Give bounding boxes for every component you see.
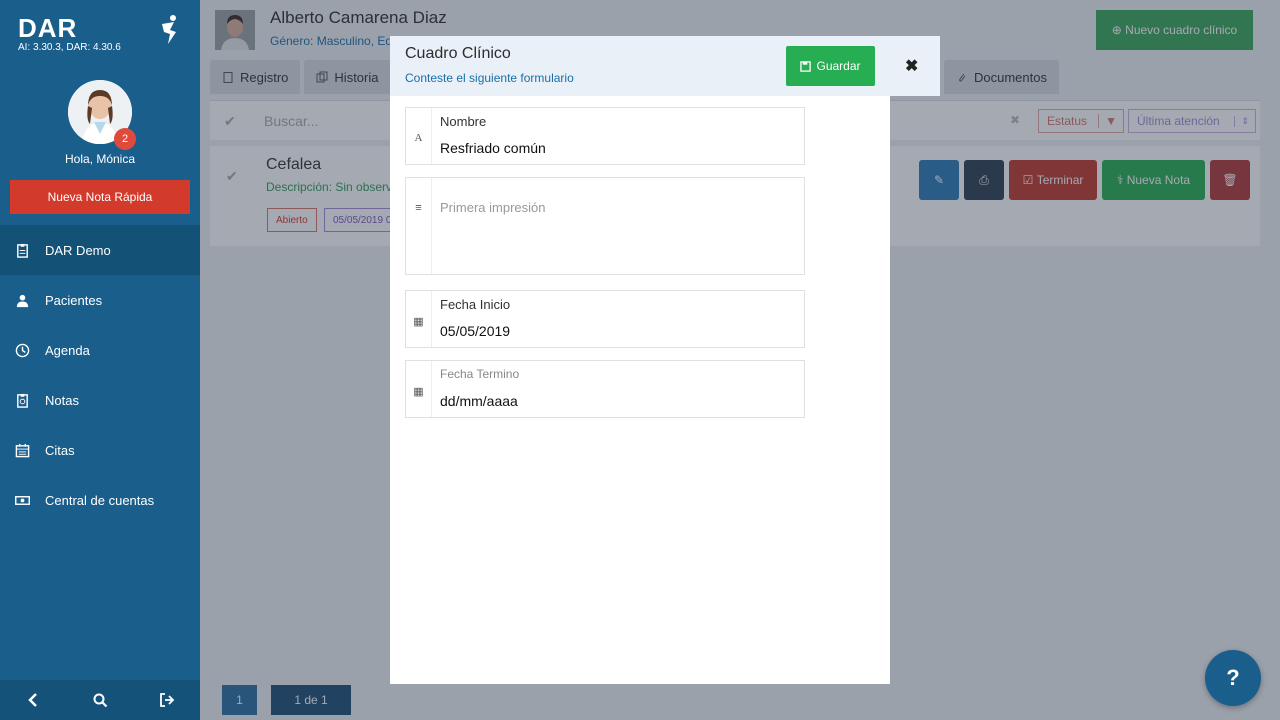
sidebar-item-label: Notas [45, 392, 79, 408]
sidebar-footer [0, 680, 200, 720]
align-left-icon: ≡ [406, 178, 432, 274]
sidebar-item-pacientes[interactable]: Pacientes [0, 275, 200, 325]
sidebar-item-central-de-cuentas[interactable]: Central de cuentas [0, 475, 200, 525]
sidebar-nav: DAR Demo Pacientes Agenda Notas Citas Ce… [0, 225, 200, 525]
quick-note-button[interactable]: Nueva Nota Rápida [10, 180, 190, 214]
notification-badge[interactable]: 2 [114, 128, 136, 150]
sidebar: DAR AI: 3.30.3, DAR: 4.30.6 2 Hola, Móni… [0, 0, 200, 720]
impression-textarea[interactable]: Primera impresión [440, 200, 545, 215]
text-icon: A [406, 108, 432, 164]
logout-icon[interactable] [159, 692, 175, 708]
greeting: Hola, Mónica [64, 152, 136, 166]
clipboard-icon [17, 243, 28, 258]
sidebar-item-agenda[interactable]: Agenda [0, 325, 200, 375]
help-button[interactable]: ? [1205, 650, 1261, 706]
name-field[interactable]: A Nombre Resfriado común [405, 107, 805, 165]
notes-icon [17, 393, 28, 408]
end-date-input[interactable]: dd/mm/aaaa [440, 393, 518, 409]
clock-icon [15, 343, 30, 357]
brand-name: DAR [18, 13, 78, 43]
sidebar-item-label: DAR Demo [45, 242, 111, 258]
brand: DAR AI: 3.30.3, DAR: 4.30.6 [18, 14, 121, 54]
sidebar-item-citas[interactable]: Citas [0, 425, 200, 475]
modal-subtitle: Conteste el siguiente formulario [405, 71, 574, 85]
name-input[interactable]: Resfriado común [440, 140, 546, 156]
sidebar-item-dar-demo[interactable]: DAR Demo [0, 225, 200, 275]
sidebar-item-label: Pacientes [45, 292, 103, 308]
modal-header: Cuadro Clínico Conteste el siguiente for… [390, 36, 940, 96]
save-label: Guardar [816, 59, 861, 73]
impression-field[interactable]: ≡ Primera impresión [405, 177, 805, 275]
calendar-icon: ▦ [406, 291, 432, 347]
start-date-input[interactable]: 05/05/2019 [440, 323, 510, 339]
logo-icon [162, 15, 176, 44]
user-icon [16, 294, 29, 307]
user-avatar[interactable]: 2 [68, 80, 136, 150]
calendar-icon [15, 443, 30, 457]
sidebar-item-notas[interactable]: Notas [0, 375, 200, 425]
chevron-left-icon[interactable] [25, 692, 41, 708]
close-icon[interactable]: ✖ [905, 56, 918, 76]
version-text: AI: 3.30.3, DAR: 4.30.6 [18, 42, 121, 53]
end-date-field[interactable]: ▦ Fecha Termino dd/mm/aaaa [405, 360, 805, 418]
end-date-label: Fecha Termino [440, 367, 520, 381]
sidebar-item-label: Citas [45, 442, 75, 458]
start-date-label: Fecha Inicio [440, 297, 511, 312]
sidebar-item-label: Agenda [45, 342, 90, 358]
clinical-case-modal: Cuadro Clínico Conteste el siguiente for… [390, 36, 940, 684]
calendar-icon: ▦ [406, 361, 432, 417]
search-icon[interactable] [92, 692, 108, 708]
modal-title: Cuadro Clínico [405, 45, 511, 62]
save-button[interactable]: Guardar [786, 46, 875, 86]
sidebar-item-label: Central de cuentas [45, 492, 155, 508]
money-icon [15, 495, 30, 505]
start-date-field[interactable]: ▦ Fecha Inicio 05/05/2019 [405, 290, 805, 348]
name-label: Nombre [440, 114, 487, 129]
save-icon [800, 60, 812, 72]
